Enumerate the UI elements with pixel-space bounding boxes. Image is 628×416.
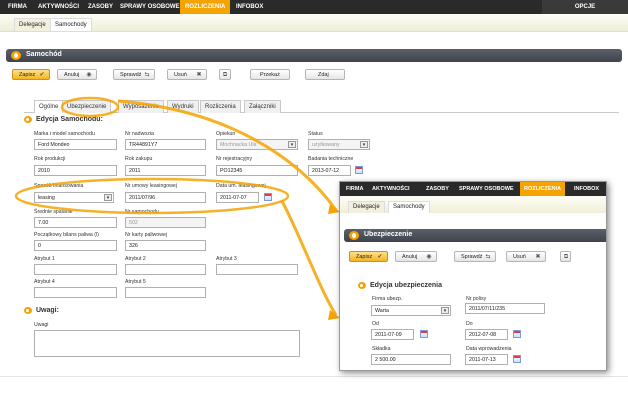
arrow-to-popup-upper (117, 99, 338, 211)
delete-icon: ✖ (535, 254, 541, 260)
insurance-popup: FIRMA AKTYWNOŚCI ZASOBY SPRAWY OSOBOWE R… (339, 181, 607, 371)
tab-highlight-ellipse (60, 96, 120, 118)
calendar-icon[interactable] (513, 330, 521, 338)
calendar-icon[interactable] (513, 355, 521, 363)
popup-save-label: Zapisz (356, 254, 373, 260)
premium-input[interactable]: 2 500.00 (371, 354, 451, 365)
popup-subnav-samochody[interactable]: Samochody (388, 201, 430, 213)
section-logo-icon (358, 282, 366, 289)
popup-menu-aktywnosci[interactable]: AKTYWNOŚCI (372, 186, 410, 192)
popup-cancel-button[interactable]: Anuluj ◉ (395, 251, 437, 262)
popup-subnav: Delegacje Samochody (340, 196, 606, 213)
policy-input[interactable]: 2011/07/11/235 (465, 303, 545, 314)
popup-check-button[interactable]: Sprawdź ⇆ (454, 251, 496, 262)
popup-delete-button[interactable]: Usuń ✖ (506, 251, 546, 262)
finance-highlight-ellipse (14, 177, 290, 215)
to-input[interactable]: 2012-07-08 (465, 329, 508, 340)
popup-save-button[interactable]: Zapisz ✔ (349, 251, 388, 262)
popup-menu-infobox[interactable]: INFOBOX (574, 186, 599, 192)
popup-menu-firma[interactable]: FIRMA (346, 186, 363, 192)
entry-input[interactable]: 2011-07-13 (465, 354, 508, 365)
popup-cancel-label: Anuluj (402, 254, 418, 260)
popup-delete-label: Usuń (513, 254, 526, 260)
popup-menu-rozliczenia[interactable]: ROZLICZENIA (520, 182, 565, 196)
chevron-down-icon: ▾ (441, 307, 449, 314)
insurer-select[interactable]: Warta ▾ (371, 305, 451, 316)
policy-label: Nr polisy (466, 296, 487, 302)
refresh-icon: ⇆ (485, 254, 491, 260)
entry-label: Data wprowadzenia (466, 346, 512, 352)
insurer-value: Warta (375, 308, 389, 314)
from-input[interactable]: 2011-07-09 (371, 329, 414, 340)
popup-edit-title-text: Edycja ubezpieczenia (370, 282, 442, 289)
popup-edit-title: Edycja ubezpieczenia (358, 282, 442, 289)
calendar-icon[interactable] (420, 330, 428, 338)
popup-logo-icon (349, 231, 359, 240)
popup-section-header: Ubezpieczenie (344, 229, 606, 242)
popup-section-title: Ubezpieczenie (364, 231, 413, 238)
premium-label: Składka (372, 346, 391, 352)
copy-icon: ⧉ (563, 254, 569, 260)
popup-menu-zasoby[interactable]: ZASOBY (426, 186, 449, 192)
popup-check-label: Sprawdź (461, 254, 483, 260)
arrow-to-popup-lower (280, 200, 338, 316)
cancel-icon: ◉ (426, 254, 432, 260)
popup-top-menu: FIRMA AKTYWNOŚCI ZASOBY SPRAWY OSOBOWE R… (340, 182, 606, 196)
popup-menu-sprawy[interactable]: SPRAWY OSOBOWE (459, 186, 514, 192)
from-label: Od (372, 321, 379, 327)
insurer-label: Firma ubezp. (372, 296, 403, 302)
check-icon: ✔ (377, 254, 383, 260)
popup-subnav-delegacje[interactable]: Delegacje (348, 201, 385, 213)
to-label: Do (466, 321, 473, 327)
popup-copy-button[interactable]: ⧉ (560, 251, 571, 262)
